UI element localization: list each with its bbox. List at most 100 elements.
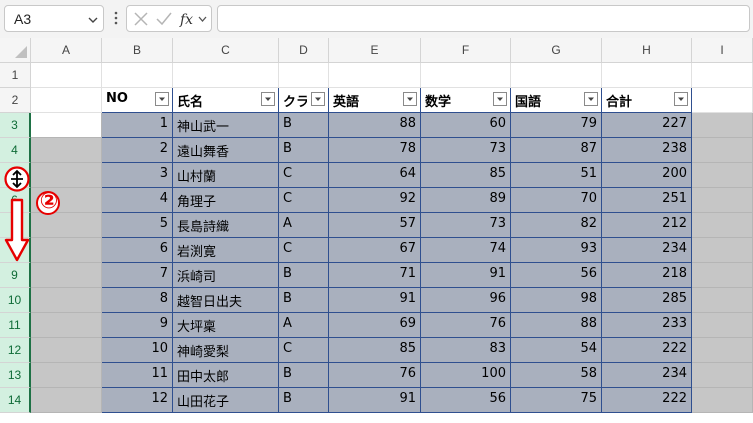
- cell-H8[interactable]: 234: [602, 238, 692, 263]
- cell-E9[interactable]: 71: [329, 263, 421, 288]
- cell-G7[interactable]: 82: [511, 213, 602, 238]
- cell-I10[interactable]: [692, 288, 753, 313]
- cell-F11[interactable]: 76: [421, 313, 511, 338]
- cell-C6[interactable]: 角理子: [173, 188, 279, 213]
- cell-D6[interactable]: C: [279, 188, 329, 213]
- cell-F14[interactable]: 56: [421, 388, 511, 413]
- cell-C5[interactable]: 山村蘭: [173, 163, 279, 188]
- cell-A14[interactable]: [31, 388, 102, 413]
- cell-E1[interactable]: [329, 63, 421, 88]
- cell-C7[interactable]: 長島詩織: [173, 213, 279, 238]
- cell-C2[interactable]: 氏名: [173, 88, 279, 113]
- cell-B8[interactable]: 6: [102, 238, 173, 263]
- fx-icon[interactable]: fx: [179, 10, 209, 28]
- cell-H4[interactable]: 238: [602, 138, 692, 163]
- cell-H9[interactable]: 218: [602, 263, 692, 288]
- more-options-icon[interactable]: [112, 8, 120, 28]
- cell-E8[interactable]: 67: [329, 238, 421, 263]
- cell-I2[interactable]: [692, 88, 753, 113]
- cell-F2[interactable]: 数学: [421, 88, 511, 113]
- cell-H6[interactable]: 251: [602, 188, 692, 213]
- cell-I6[interactable]: [692, 188, 753, 213]
- cell-A8[interactable]: [31, 238, 102, 263]
- cell-G4[interactable]: 87: [511, 138, 602, 163]
- cell-E12[interactable]: 85: [329, 338, 421, 363]
- cell-D11[interactable]: A: [279, 313, 329, 338]
- cell-B9[interactable]: 7: [102, 263, 173, 288]
- cell-G13[interactable]: 58: [511, 363, 602, 388]
- cell-I13[interactable]: [692, 363, 753, 388]
- row-header-11[interactable]: 11: [0, 313, 31, 338]
- formula-input[interactable]: [217, 5, 750, 32]
- cell-E7[interactable]: 57: [329, 213, 421, 238]
- cell-C13[interactable]: 田中太郎: [173, 363, 279, 388]
- cell-F7[interactable]: 73: [421, 213, 511, 238]
- cell-A10[interactable]: [31, 288, 102, 313]
- cell-G1[interactable]: [511, 63, 602, 88]
- column-header-e[interactable]: E: [329, 38, 421, 62]
- filter-dropdown-icon[interactable]: [584, 92, 598, 106]
- cell-H11[interactable]: 233: [602, 313, 692, 338]
- cell-G9[interactable]: 56: [511, 263, 602, 288]
- column-header-f[interactable]: F: [421, 38, 511, 62]
- cell-C10[interactable]: 越智日出夫: [173, 288, 279, 313]
- cell-F6[interactable]: 89: [421, 188, 511, 213]
- row-header-14[interactable]: 14: [0, 388, 31, 413]
- cell-D12[interactable]: C: [279, 338, 329, 363]
- cell-G11[interactable]: 88: [511, 313, 602, 338]
- cell-G8[interactable]: 93: [511, 238, 602, 263]
- cell-B14[interactable]: 12: [102, 388, 173, 413]
- cell-B1[interactable]: [102, 63, 173, 88]
- cell-A11[interactable]: [31, 313, 102, 338]
- column-header-d[interactable]: D: [279, 38, 329, 62]
- cell-A13[interactable]: [31, 363, 102, 388]
- cell-I11[interactable]: [692, 313, 753, 338]
- column-header-h[interactable]: H: [602, 38, 692, 62]
- cell-H1[interactable]: [602, 63, 692, 88]
- cell-C11[interactable]: 大坪稟: [173, 313, 279, 338]
- cell-F12[interactable]: 83: [421, 338, 511, 363]
- cell-A12[interactable]: [31, 338, 102, 363]
- cell-D4[interactable]: B: [279, 138, 329, 163]
- cell-B7[interactable]: 5: [102, 213, 173, 238]
- cell-A3[interactable]: [31, 113, 102, 138]
- cell-E14[interactable]: 91: [329, 388, 421, 413]
- filter-dropdown-icon[interactable]: [493, 92, 507, 106]
- cell-D9[interactable]: B: [279, 263, 329, 288]
- cell-I8[interactable]: [692, 238, 753, 263]
- cell-G10[interactable]: 98: [511, 288, 602, 313]
- cell-D14[interactable]: B: [279, 388, 329, 413]
- chevron-down-icon[interactable]: [87, 14, 99, 26]
- cell-H12[interactable]: 222: [602, 338, 692, 363]
- cell-G5[interactable]: 51: [511, 163, 602, 188]
- cell-F4[interactable]: 73: [421, 138, 511, 163]
- cell-C1[interactable]: [173, 63, 279, 88]
- cell-A4[interactable]: [31, 138, 102, 163]
- row-header-2[interactable]: 2: [0, 88, 31, 113]
- filter-dropdown-icon[interactable]: [403, 92, 417, 106]
- cell-I5[interactable]: [692, 163, 753, 188]
- cell-H14[interactable]: 222: [602, 388, 692, 413]
- cell-G3[interactable]: 79: [511, 113, 602, 138]
- cell-B10[interactable]: 8: [102, 288, 173, 313]
- row-header-13[interactable]: 13: [0, 363, 31, 388]
- cell-E11[interactable]: 69: [329, 313, 421, 338]
- cell-C3[interactable]: 神山武一: [173, 113, 279, 138]
- cell-E13[interactable]: 76: [329, 363, 421, 388]
- cell-C9[interactable]: 浜崎司: [173, 263, 279, 288]
- cell-E2[interactable]: 英語: [329, 88, 421, 113]
- column-header-a[interactable]: A: [31, 38, 102, 62]
- cell-C14[interactable]: 山田花子: [173, 388, 279, 413]
- cell-E3[interactable]: 88: [329, 113, 421, 138]
- row-header-12[interactable]: 12: [0, 338, 31, 363]
- cell-B5[interactable]: 3: [102, 163, 173, 188]
- cell-I1[interactable]: [692, 63, 753, 88]
- cell-D7[interactable]: A: [279, 213, 329, 238]
- cell-B11[interactable]: 9: [102, 313, 173, 338]
- cell-H2[interactable]: 合計: [602, 88, 692, 113]
- cell-D2[interactable]: クラス: [279, 88, 329, 113]
- cell-F13[interactable]: 100: [421, 363, 511, 388]
- cell-E5[interactable]: 64: [329, 163, 421, 188]
- cell-B3[interactable]: 1: [102, 113, 173, 138]
- cell-F10[interactable]: 96: [421, 288, 511, 313]
